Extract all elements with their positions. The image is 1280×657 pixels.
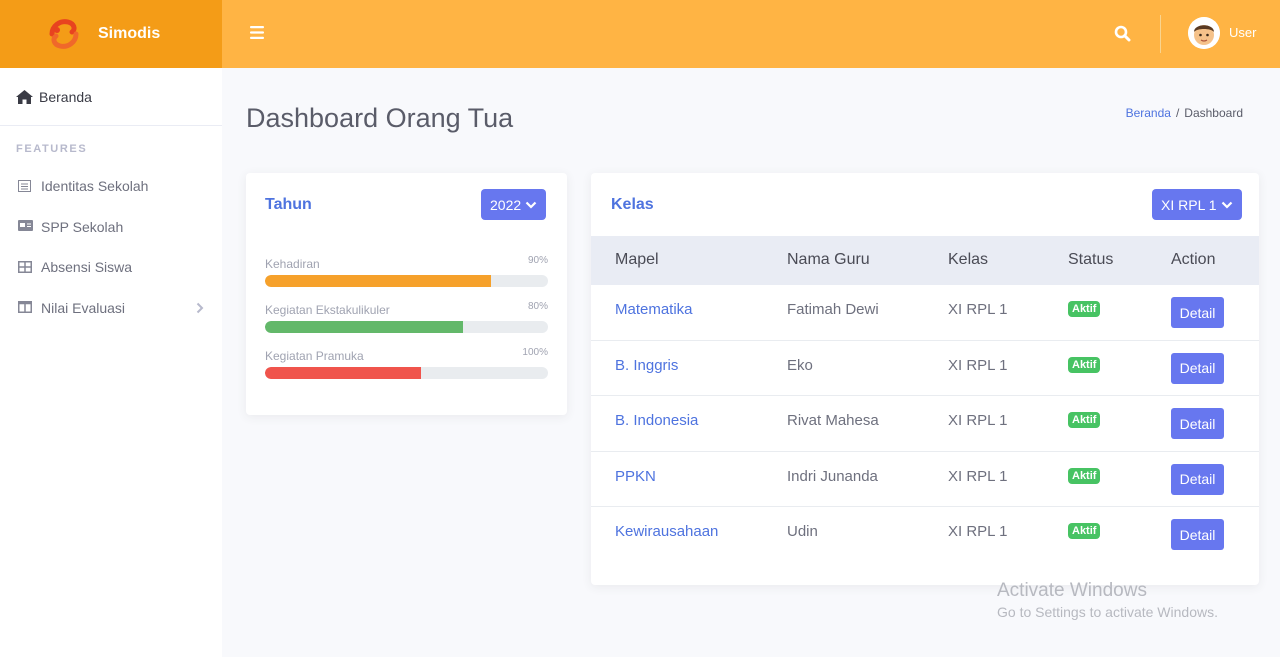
table-icon xyxy=(18,260,33,274)
status-badge: Aktif xyxy=(1068,412,1101,428)
cell-mapel[interactable]: Matematika xyxy=(615,301,693,318)
sidebar-item-label: Nilai Evaluasi xyxy=(41,299,126,316)
table-row: Kewirausahaan Udin XI RPL 1 Aktif Detail xyxy=(591,507,1259,563)
class-dropdown-value: XI RPL 1 xyxy=(1161,196,1217,213)
column-header-mapel: Mapel xyxy=(615,251,659,268)
table-row: B. Inggris Eko XI RPL 1 Aktif Detail xyxy=(591,341,1259,396)
progress-label: Kegiatan Ekstakulikuler xyxy=(265,303,390,317)
breadcrumb-current: Dashboard xyxy=(1184,106,1243,120)
breadcrumb-home-link[interactable]: Beranda xyxy=(1126,106,1171,120)
cell-guru: Fatimah Dewi xyxy=(787,301,879,318)
table-row: Matematika Fatimah Dewi XI RPL 1 Aktif D… xyxy=(591,285,1259,341)
progress-ekstrakurikuler: Kegiatan Ekstakulikuler 80% xyxy=(265,301,548,333)
sidebar-item-label: Identitas Sekolah xyxy=(41,178,149,195)
sidebar-item-label: Absensi Siswa xyxy=(41,259,133,276)
list-icon xyxy=(18,179,33,193)
breadcrumb: Beranda / Dashboard xyxy=(1126,106,1243,120)
progress-percent: 100% xyxy=(522,347,548,358)
status-badge: Aktif xyxy=(1068,523,1101,539)
progress-fill xyxy=(265,275,492,287)
detail-button[interactable]: Detail xyxy=(1171,408,1224,439)
status-badge: Aktif xyxy=(1068,467,1101,484)
cell-kelas: XI RPL 1 xyxy=(948,412,1008,429)
progress-percent: 90% xyxy=(527,255,548,266)
progress-track xyxy=(265,367,548,379)
sidebar-item-identitas-sekolah[interactable]: Identitas Sekolah xyxy=(0,166,222,207)
user-name[interactable]: User xyxy=(1229,25,1256,40)
hamburger-menu-icon[interactable] xyxy=(250,26,264,39)
progress-fill xyxy=(265,321,464,333)
column-header-kelas: Kelas xyxy=(948,251,989,268)
progress-track xyxy=(265,321,548,333)
year-card: Tahun 2022 Kehadiran 90% Kegiatan Ekstak… xyxy=(246,173,567,415)
topbar: User xyxy=(222,0,1280,68)
home-icon xyxy=(16,89,33,104)
sidebar-item-label: SPP Sekolah xyxy=(41,218,124,235)
cell-guru: Rivat Mahesa xyxy=(787,412,879,429)
cell-mapel[interactable]: PPKN xyxy=(615,468,656,485)
progress-pramuka: Kegiatan Pramuka 100% xyxy=(265,347,548,379)
cell-mapel[interactable]: B. Indonesia xyxy=(615,412,698,429)
table-row: B. Indonesia Rivat Mahesa XI RPL 1 Aktif… xyxy=(591,396,1259,452)
brand-name: Simodis xyxy=(98,25,161,42)
activate-windows-title: Activate Windows xyxy=(997,580,1147,601)
user-avatar-icon xyxy=(1188,17,1220,49)
columns-icon xyxy=(18,301,33,314)
breadcrumb-separator: / xyxy=(1175,106,1180,120)
year-card-title: Tahun xyxy=(265,196,312,213)
activate-windows-hint: Go to Settings to activate Windows. xyxy=(997,604,1218,620)
table-row: PPKN Indri Junanda XI RPL 1 Aktif Detail xyxy=(591,452,1259,507)
column-header-action: Action xyxy=(1171,251,1216,268)
class-dropdown-button[interactable]: XI RPL 1 xyxy=(1152,189,1242,220)
detail-button[interactable]: Detail xyxy=(1171,352,1224,384)
cell-kelas: XI RPL 1 xyxy=(948,356,1008,374)
sidebar-item-absensi-siswa[interactable]: Absensi Siswa xyxy=(0,247,222,288)
progress-fill xyxy=(265,367,421,379)
class-card: Kelas XI RPL 1 Mapel Nama Guru Kelas Sta… xyxy=(591,173,1259,585)
progress-track xyxy=(265,275,548,287)
progress-percent: 80% xyxy=(527,301,548,312)
brand[interactable]: Simodis xyxy=(0,0,222,68)
chevron-down-icon xyxy=(1221,201,1232,209)
detail-button[interactable]: Detail xyxy=(1171,463,1224,495)
progress-label: Kegiatan Pramuka xyxy=(265,349,364,363)
progress-label: Kehadiran xyxy=(265,257,320,271)
cell-kelas: XI RPL 1 xyxy=(948,523,1008,540)
class-card-title: Kelas xyxy=(611,196,654,213)
sidebar-item-label: Beranda xyxy=(39,88,92,105)
topbar-divider xyxy=(1160,15,1161,53)
detail-button[interactable]: Detail xyxy=(1171,297,1224,328)
sidebar: Simodis Beranda FEATURES Identitas Sekol… xyxy=(0,0,222,657)
chevron-down-icon xyxy=(525,201,537,209)
status-badge: Aktif xyxy=(1068,356,1101,373)
column-header-nama-guru: Nama Guru xyxy=(787,251,870,268)
avatar[interactable] xyxy=(1188,17,1220,49)
sidebar-item-nilai-evaluasi[interactable]: Nilai Evaluasi xyxy=(0,288,222,329)
table-header: Mapel Nama Guru Kelas Status Action xyxy=(591,236,1259,285)
detail-button[interactable]: Detail xyxy=(1171,519,1224,550)
progress-kehadiran: Kehadiran 90% xyxy=(265,255,548,287)
year-dropdown-value: 2022 xyxy=(490,196,522,213)
sidebar-item-spp-sekolah[interactable]: SPP Sekolah xyxy=(0,207,222,248)
cell-kelas: XI RPL 1 xyxy=(948,301,1008,318)
brand-logo-icon xyxy=(49,19,79,49)
cell-mapel[interactable]: B. Inggris xyxy=(615,357,678,374)
sidebar-heading: FEATURES xyxy=(16,143,88,155)
card-icon xyxy=(18,220,33,233)
status-badge: Aktif xyxy=(1068,301,1101,317)
cell-kelas: XI RPL 1 xyxy=(948,467,1008,485)
chevron-right-icon xyxy=(196,302,204,313)
page-title: Dashboard Orang Tua xyxy=(246,103,514,133)
column-header-status: Status xyxy=(1068,251,1114,268)
cell-guru: Eko xyxy=(787,356,813,374)
cell-guru: Udin xyxy=(787,523,818,540)
sidebar-item-beranda[interactable]: Beranda xyxy=(0,68,222,126)
search-icon[interactable] xyxy=(1114,25,1131,42)
cell-mapel[interactable]: Kewirausahaan xyxy=(615,523,718,540)
cell-guru: Indri Junanda xyxy=(787,467,878,485)
year-dropdown-button[interactable]: 2022 xyxy=(481,189,547,220)
